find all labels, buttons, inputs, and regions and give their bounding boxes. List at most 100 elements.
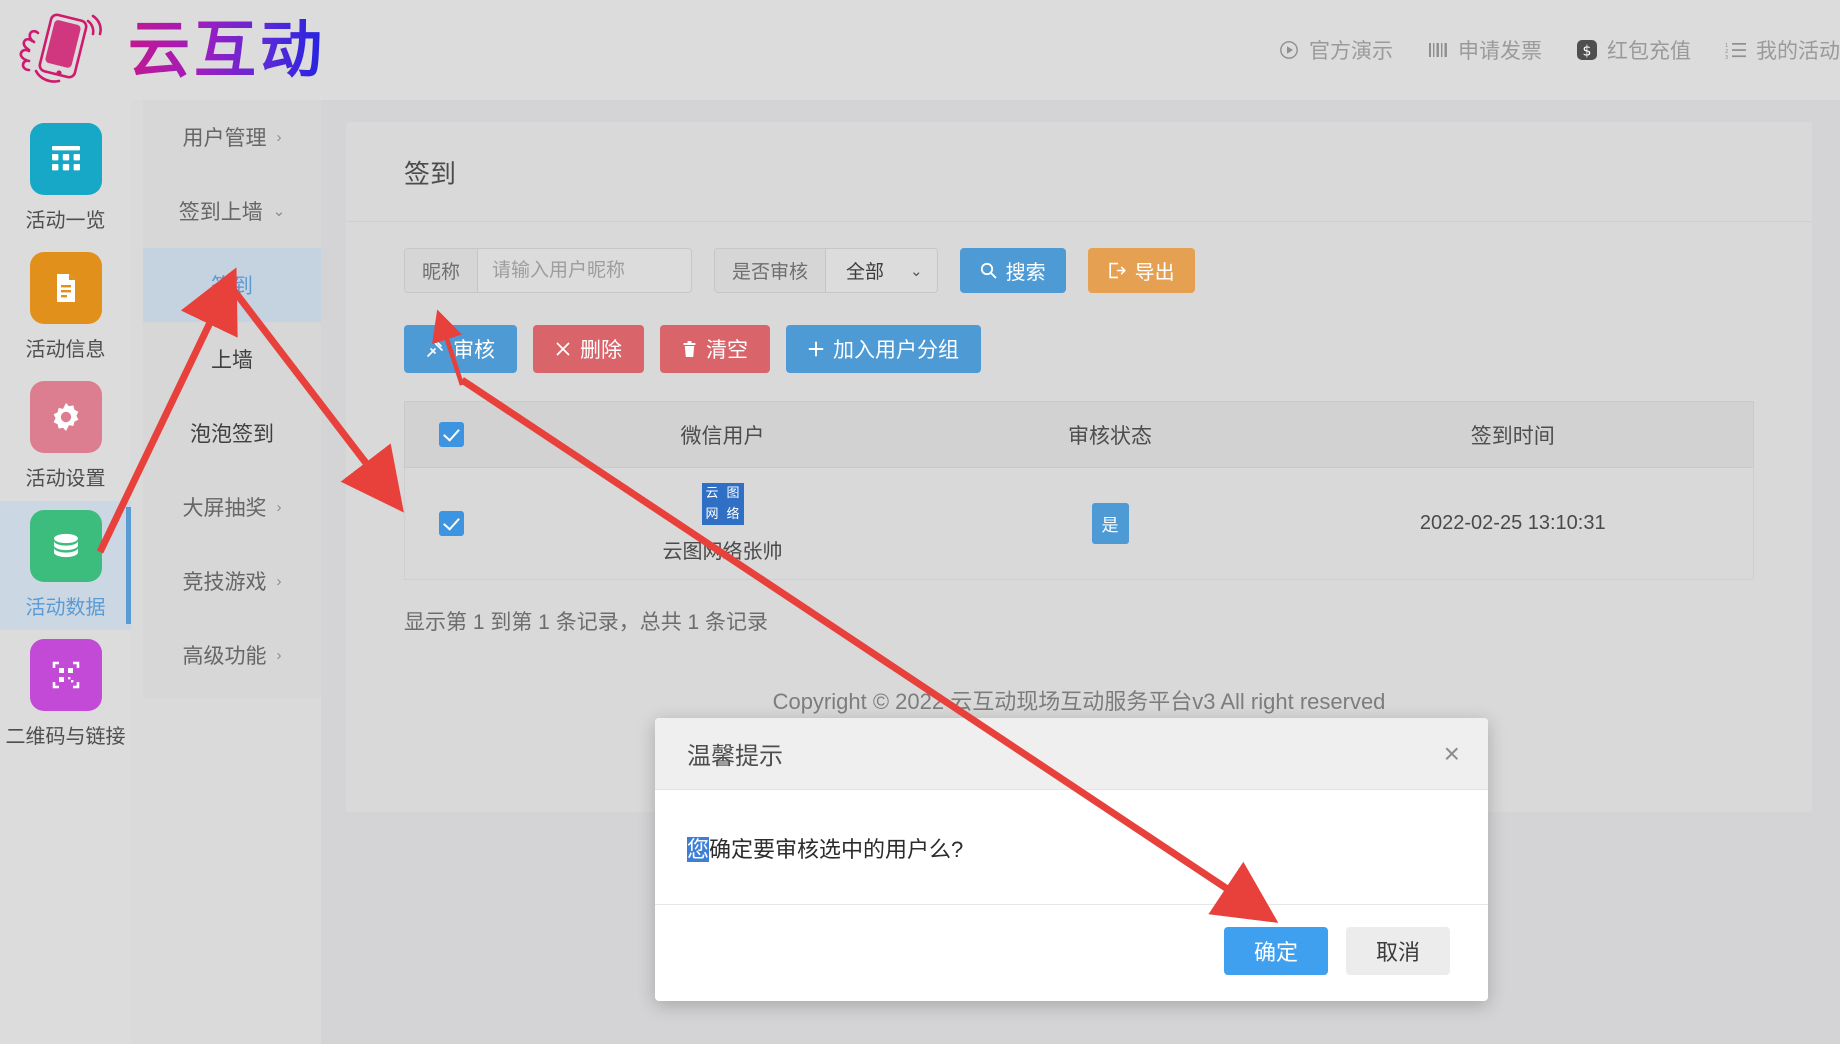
trash-icon — [682, 340, 697, 358]
nickname-input[interactable] — [478, 249, 692, 292]
audit-button[interactable]: 审核 — [404, 325, 517, 373]
sidebar-item-activity-data[interactable]: 活动数据 — [0, 501, 131, 630]
select-all-checkbox[interactable] — [438, 421, 464, 447]
dollar-icon: $ — [1576, 39, 1598, 61]
sidebar-item-activity-settings[interactable]: 活动设置 — [0, 372, 131, 501]
audit-select-value: 全部 — [846, 262, 885, 283]
chevron-down-icon: ⌄ — [272, 202, 286, 220]
table-head: 微信用户 审核状态 签到时间 — [404, 401, 1754, 468]
list-ordered-icon: 123 — [1725, 39, 1747, 61]
nav-item-my-activities[interactable]: 123 我的活动 — [1725, 35, 1840, 65]
action-button-bar: 审核 删除 清空 加入用户分组 — [404, 325, 1754, 373]
table-row[interactable]: 云图 网络 云图网络张帅 是 2022-02-25 13:10:31 — [404, 467, 1754, 580]
submenu-item-label: 泡泡签到 — [190, 423, 274, 446]
submenu-item-user-management[interactable]: 用户管理 › — [143, 100, 321, 174]
copyright-text: Copyright © 2022 云互动现场互动服务平台v3 All right… — [772, 689, 1386, 714]
table-header-wechat-user[interactable]: 微信用户 — [497, 401, 948, 468]
grid-icon — [29, 123, 102, 195]
table-summary: 显示第 1 到第 1 条记录，总共 1 条记录 — [404, 611, 769, 634]
cancel-button[interactable]: 取消 — [1345, 927, 1450, 975]
submenu-item-wall[interactable]: 上墙 — [143, 322, 321, 396]
dialog-header: 温馨提示 × — [655, 718, 1488, 790]
chevron-right-icon: › — [276, 498, 282, 516]
clear-button[interactable]: 清空 — [660, 325, 770, 373]
export-button[interactable]: 导出 — [1087, 248, 1195, 293]
export-button-label: 导出 — [1134, 262, 1175, 284]
sidebar-item-label: 活动设置 — [25, 468, 106, 490]
delete-button-label: 删除 — [580, 339, 622, 362]
nav-item-official-demo[interactable]: 官方演示 — [1278, 35, 1393, 65]
header-nav: 官方演示 申请发票 $ 红包充值 123 我的活动 — [1278, 35, 1840, 65]
filter-bar: 昵称 是否审核 全部 ⌄ 搜索 — [404, 248, 1754, 293]
nav-label: 官方演示 — [1309, 40, 1393, 63]
barcode-icon — [1427, 39, 1449, 61]
table-header-checkbox-cell — [404, 401, 498, 468]
dialog-title: 温馨提示 — [687, 743, 783, 770]
sidebar-item-label: 二维码与链接 — [5, 726, 126, 748]
app-root: 云互动 官方演示 申请发票 $ 红包充值 1 2 3 我的活动 活动一览 活动信… — [0, 0, 1840, 1044]
add-to-user-group-button[interactable]: 加入用户分组 — [786, 325, 981, 373]
row-checkbox-cell — [404, 467, 498, 580]
submenu-item-bigscreen-lottery[interactable]: 大屏抽奖 › — [143, 470, 321, 544]
submenu-item-label: 大屏抽奖 — [182, 497, 267, 520]
chevron-down-icon: ⌄ — [910, 262, 923, 280]
plus-icon — [808, 341, 824, 357]
svg-text:$: $ — [1583, 44, 1592, 60]
dialog-message: 您确定要审核选中的用户么? — [655, 790, 1488, 904]
primary-sidebar: 活动一览 活动信息 活动设置 活动数据 二维码与链接 — [0, 100, 131, 1044]
nav-item-redpacket-recharge[interactable]: $ 红包充值 — [1576, 35, 1691, 65]
submenu-item-bubble-signin[interactable]: 泡泡签到 — [143, 396, 321, 470]
signin-table: 微信用户 审核状态 签到时间 云图 网 络 云图网络张帅 是 2022-02-2… — [404, 401, 1754, 580]
export-icon — [1108, 262, 1126, 279]
audit-button-label: 审核 — [453, 339, 495, 362]
brand-logo[interactable]: 云互动 — [0, 11, 326, 89]
sidebar-item-qrcode-link[interactable]: 二维码与链接 — [0, 630, 131, 759]
nav-label: 我的活动 — [1756, 40, 1840, 63]
dialog-message-selected: 您 — [687, 837, 710, 862]
status-badge: 是 — [1091, 503, 1129, 544]
search-icon — [980, 262, 997, 279]
play-circle-icon — [1278, 39, 1300, 61]
dialog-message-rest: 确定要审核选中的用户么? — [709, 837, 964, 862]
app-header: 云互动 官方演示 申请发票 $ 红包充值 1 2 3 我的活动 — [0, 0, 1840, 100]
nav-item-apply-invoice[interactable]: 申请发票 — [1427, 35, 1542, 65]
close-icon[interactable]: × — [1444, 739, 1460, 768]
search-button[interactable]: 搜索 — [959, 248, 1066, 293]
card-body: 昵称 是否审核 全部 ⌄ 搜索 — [346, 222, 1812, 636]
delete-button[interactable]: 删除 — [533, 325, 644, 373]
brand-text: 云互动 — [128, 13, 327, 86]
submenu-item-label: 上墙 — [211, 349, 253, 372]
submenu-item-advanced-features[interactable]: 高级功能 › — [143, 618, 321, 692]
table-header-row: 微信用户 审核状态 签到时间 — [404, 401, 1754, 468]
row-checkbox[interactable] — [438, 510, 464, 536]
nickname-filter-group: 昵称 — [404, 248, 693, 293]
sidebar-item-label: 活动一览 — [25, 210, 106, 232]
database-icon — [29, 510, 102, 582]
submenu-item-signin[interactable]: 签到 — [143, 248, 321, 322]
sidebar-item-activity-list[interactable]: 活动一览 — [0, 114, 131, 243]
chevron-right-icon: › — [276, 128, 282, 146]
audit-icon — [426, 340, 444, 358]
nickname-label: 昵称 — [405, 249, 479, 292]
chevron-right-icon: › — [276, 572, 282, 590]
row-wechat-user-cell: 云图 网络 云图网络张帅 — [497, 467, 948, 580]
add-to-user-group-label: 加入用户分组 — [833, 339, 959, 362]
sidebar-item-activity-info[interactable]: 活动信息 — [0, 243, 131, 372]
clear-button-label: 清空 — [706, 339, 748, 362]
audit-filter-group: 是否审核 全部 ⌄ — [714, 248, 938, 293]
table-header-audit-status[interactable]: 审核状态 — [947, 401, 1273, 468]
submenu-item-signin-wall[interactable]: 签到上墙 ⌄ — [143, 174, 321, 248]
row-username: 云图网络张帅 — [662, 541, 783, 563]
audit-label: 是否审核 — [715, 249, 827, 292]
search-button-label: 搜索 — [1005, 262, 1046, 284]
table-header-signin-time[interactable]: 签到时间 — [1272, 401, 1754, 468]
submenu-item-label: 签到 — [211, 275, 253, 298]
submenu-item-label: 签到上墙 — [178, 201, 263, 224]
confirm-button[interactable]: 确定 — [1223, 927, 1328, 975]
submenu-item-label: 用户管理 — [182, 127, 267, 150]
document-icon — [29, 252, 102, 324]
audit-select[interactable]: 全部 ⌄ — [826, 249, 937, 292]
page-title: 签到 — [346, 122, 1812, 222]
submenu-item-competitive-games[interactable]: 竞技游戏 › — [143, 544, 321, 618]
nav-label: 申请发票 — [1458, 40, 1542, 63]
